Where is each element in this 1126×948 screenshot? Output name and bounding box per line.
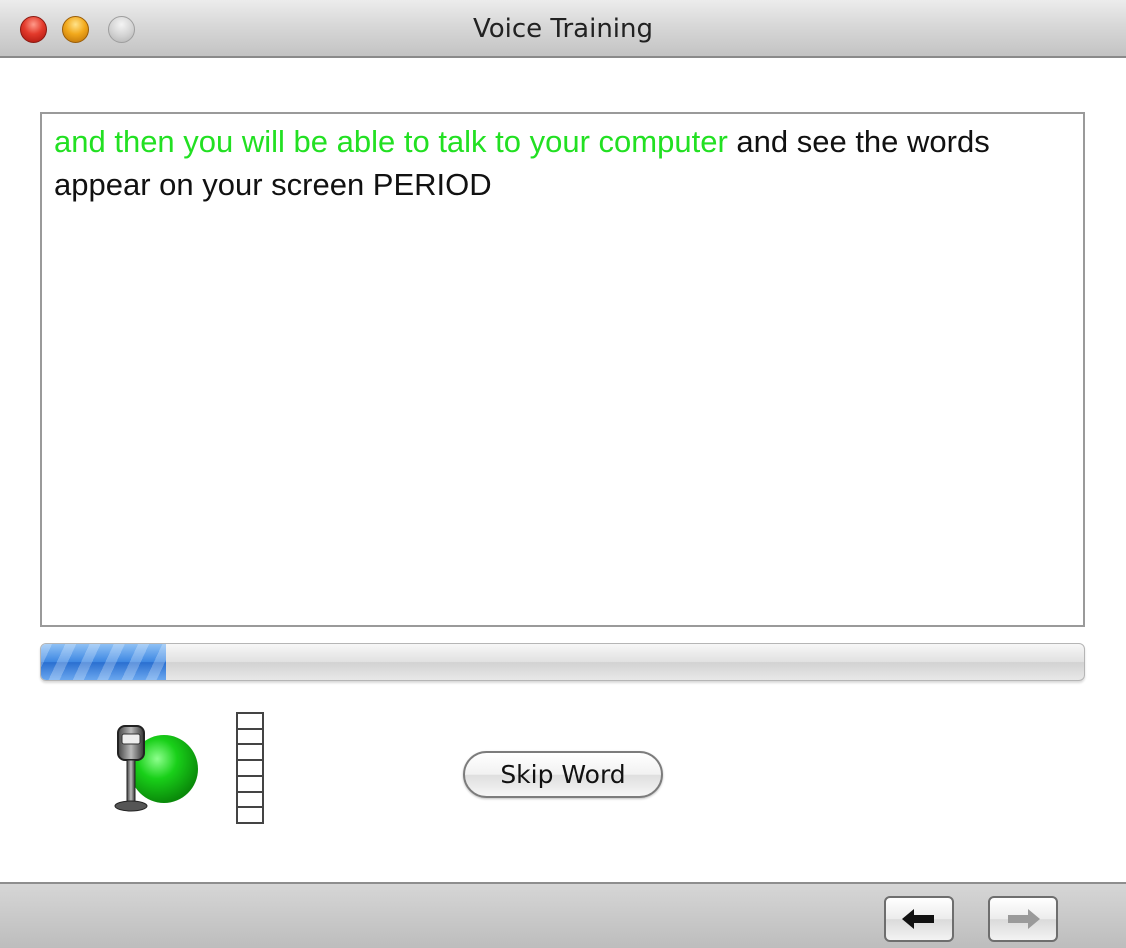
level-segment bbox=[236, 759, 264, 775]
skip-word-button[interactable]: Skip Word bbox=[463, 751, 663, 798]
voice-training-window: Voice Training and then you will be able… bbox=[0, 0, 1126, 948]
training-progress-bar bbox=[40, 643, 1085, 681]
bottom-toolbar bbox=[0, 882, 1126, 948]
level-segment bbox=[236, 806, 264, 825]
spoken-text: and then you will be able to talk to you… bbox=[54, 124, 728, 159]
level-segment bbox=[236, 727, 264, 744]
arrow-right-icon bbox=[1008, 909, 1040, 929]
microphone-status-icon[interactable] bbox=[108, 722, 203, 814]
input-level-meter bbox=[236, 712, 264, 825]
level-segment bbox=[236, 774, 264, 791]
back-button[interactable] bbox=[884, 896, 954, 942]
level-segment bbox=[236, 712, 264, 728]
arrow-left-icon bbox=[902, 909, 934, 929]
window-title: Voice Training bbox=[472, 14, 654, 44]
progress-fill bbox=[41, 644, 167, 680]
forward-button[interactable] bbox=[988, 896, 1058, 942]
title-bar: Voice Training bbox=[0, 0, 1126, 58]
training-text-area: and then you will be able to talk to you… bbox=[40, 112, 1085, 627]
level-segment bbox=[236, 743, 264, 760]
level-segment bbox=[236, 790, 264, 807]
